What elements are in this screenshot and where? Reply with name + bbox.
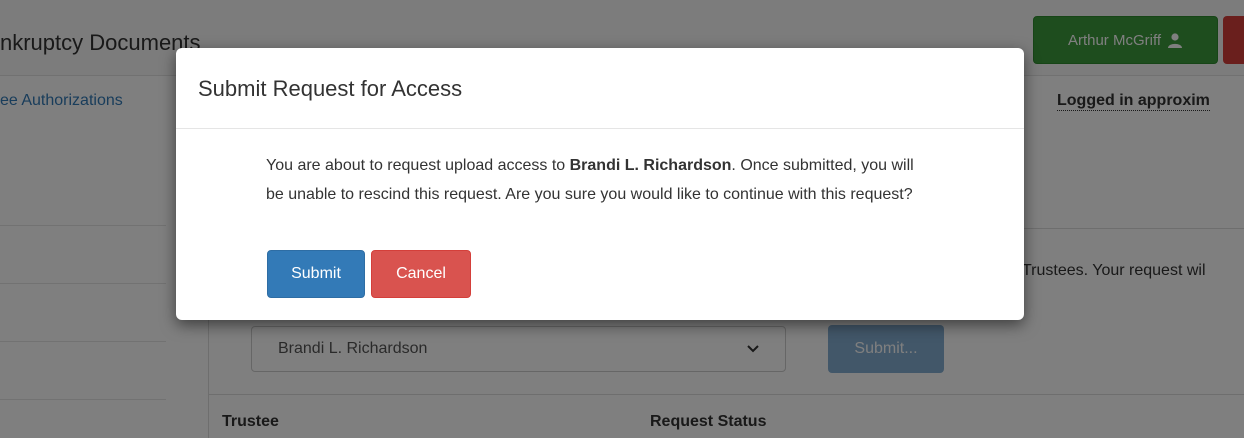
modal-header: Submit Request for Access xyxy=(176,48,1024,129)
modal-submit-button[interactable]: Submit xyxy=(267,250,365,298)
modal-body-prefix: You are about to request upload access t… xyxy=(266,157,570,174)
modal-cancel-button[interactable]: Cancel xyxy=(371,250,471,298)
confirm-modal: Submit Request for Access You are about … xyxy=(176,48,1024,320)
modal-body-text: You are about to request upload access t… xyxy=(266,151,926,209)
modal-body-name: Brandi L. Richardson xyxy=(569,157,732,174)
modal-title: Submit Request for Access xyxy=(198,76,463,101)
